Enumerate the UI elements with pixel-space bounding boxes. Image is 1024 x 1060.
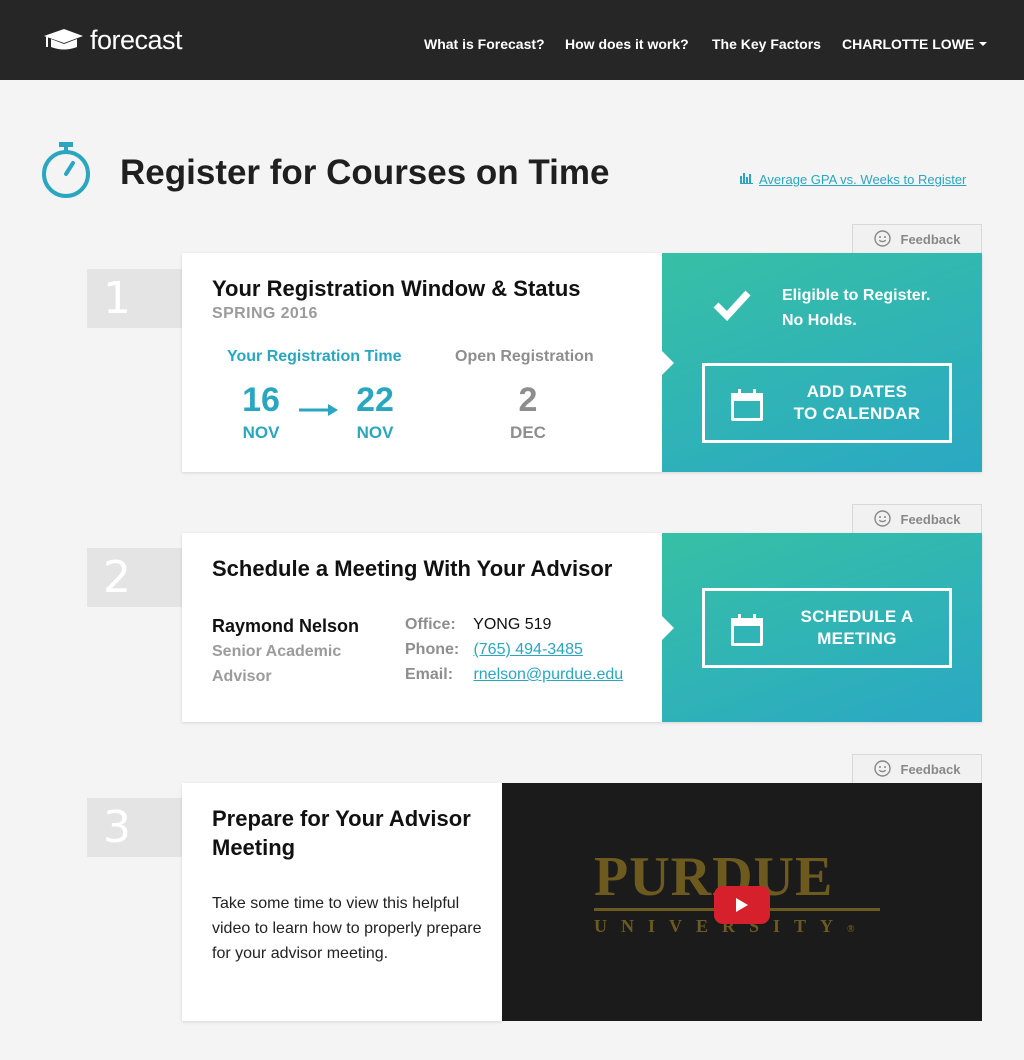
gpa-chart-link[interactable]: Average GPA vs. Weeks to Register (740, 172, 966, 187)
play-icon[interactable] (714, 886, 770, 924)
feedback-button-step1[interactable]: Feedback (852, 224, 982, 254)
eligibility-line1: Eligible to Register. (782, 287, 931, 304)
office-row: Office: YONG 519 (405, 614, 551, 636)
phone-label: Phone: (405, 641, 460, 658)
advisor-name: Raymond Nelson (212, 616, 360, 636)
stopwatch-icon (40, 141, 92, 204)
feedback-label: Feedback (900, 232, 961, 247)
open-day: 2 (518, 381, 538, 419)
registration-window-card: Your Registration Window & Status SPRING… (182, 253, 982, 472)
nav-what-is-forecast[interactable]: What is Forecast? (424, 36, 545, 52)
user-name: CHARLOTTE LOWE (842, 36, 975, 52)
registration-status-panel: Eligible to Register. No Holds. ADD DATE… (662, 253, 982, 472)
prepare-title-line2: Meeting (212, 835, 296, 860)
smiley-icon (873, 509, 901, 530)
page-title: Register for Courses on Time (120, 153, 610, 192)
open-month: DEC (510, 423, 546, 442)
end-day: 22 (356, 381, 394, 419)
caret-down-icon (979, 42, 988, 46)
office-value: YONG 519 (473, 616, 552, 633)
prepare-meeting-card: Prepare for Your Advisor Meeting Take so… (182, 783, 514, 1021)
start-day: 16 (242, 381, 280, 419)
add-dates-label-line1: ADD DATES (806, 382, 908, 401)
checkmark-icon (712, 289, 752, 326)
nav-key-factors[interactable]: The Key Factors (712, 36, 821, 52)
prepare-card-title: Prepare for Your Advisor Meeting (212, 804, 471, 862)
schedule-meeting-label: SCHEDULE A MEETING (765, 606, 949, 650)
advisor-card-title: Schedule a Meeting With Your Advisor (212, 556, 613, 581)
feedback-label: Feedback (900, 762, 961, 777)
end-month: NOV (356, 423, 394, 442)
email-link[interactable]: rnelson@purdue.edu (473, 666, 623, 683)
add-dates-label: ADD DATES TO CALENDAR (765, 381, 949, 425)
phone-link[interactable]: (765) 494-3485 (473, 641, 582, 658)
feedback-button-step3[interactable]: Feedback (852, 754, 982, 784)
feedback-button-step2[interactable]: Feedback (852, 504, 982, 534)
feedback-label: Feedback (900, 512, 961, 527)
nav-how-does-it-work[interactable]: How does it work? (565, 36, 689, 52)
open-registration-label: Open Registration (455, 348, 594, 365)
advisor-meeting-card: Schedule a Meeting With Your Advisor Ray… (182, 533, 982, 722)
registration-card-title: Your Registration Window & Status (212, 276, 581, 301)
start-month: NOV (242, 423, 280, 442)
schedule-meeting-button[interactable]: SCHEDULE A MEETING (702, 588, 952, 668)
arrow-right-icon (299, 403, 339, 422)
gpa-chart-link-label: Average GPA vs. Weeks to Register (759, 172, 967, 187)
registration-time-label: Your Registration Time (227, 348, 402, 365)
advisor-action-panel: SCHEDULE A MEETING (662, 533, 982, 722)
purdue-logo-registered-mark: ® (847, 924, 855, 935)
top-navbar: forecast What is Forecast? How does it w… (0, 0, 1024, 80)
panel-notch (662, 616, 674, 640)
prepare-title-line1: Prepare for Your Advisor (212, 806, 471, 831)
schedule-meeting-label-line1: SCHEDULE A (800, 607, 914, 626)
step-number-2: 2 (87, 548, 182, 607)
eligibility-line2: No Holds. (782, 312, 857, 329)
add-dates-label-line2: TO CALENDAR (793, 404, 921, 423)
panel-notch (662, 351, 674, 375)
advisor-video-player[interactable]: PURDUE UNIVERSITY® (502, 783, 982, 1021)
semester-label: SPRING 2016 (212, 305, 318, 322)
prepare-description: Take some time to view this helpful vide… (212, 895, 482, 962)
mortarboard-icon (42, 28, 84, 52)
office-label: Office: (405, 616, 456, 633)
forecast-logo[interactable]: forecast (42, 25, 183, 55)
logo-text: forecast (90, 25, 183, 55)
advisor-role: Senior Academic Advisor (212, 643, 342, 685)
step-number-3: 3 (87, 798, 182, 857)
user-menu[interactable]: CHARLOTTE LOWE (842, 36, 988, 52)
email-label: Email: (405, 666, 454, 683)
phone-row: Phone: (765) 494-3485 (405, 639, 583, 661)
schedule-meeting-label-line2: MEETING (817, 629, 897, 648)
step-number-1: 1 (87, 269, 182, 328)
eligibility-status: Eligible to Register. No Holds. (782, 283, 930, 333)
smiley-icon (873, 229, 901, 250)
bar-chart-icon (740, 172, 759, 187)
smiley-icon (873, 759, 901, 780)
email-row: Email: rnelson@purdue.edu (405, 664, 623, 686)
add-dates-to-calendar-button[interactable]: ADD DATES TO CALENDAR (702, 363, 952, 443)
